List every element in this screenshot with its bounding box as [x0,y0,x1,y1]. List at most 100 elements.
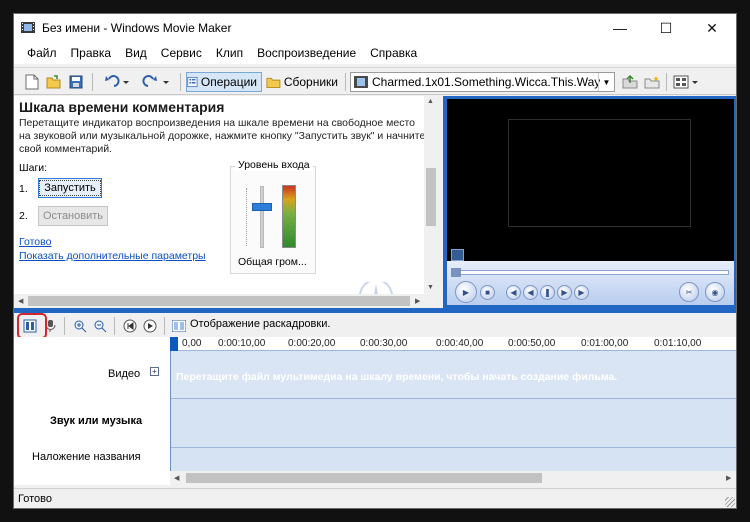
expand-plus-icon[interactable]: + [150,367,159,376]
scroll-left-arrow-icon[interactable]: ◀ [174,474,179,482]
input-level-slider-track[interactable] [260,186,264,248]
menu-tools[interactable]: Сервис [154,46,209,60]
menu-file[interactable]: Файл [20,46,64,60]
step-number: 2. [19,210,28,222]
fast-forward-button[interactable]: ▶ [557,285,572,300]
close-button[interactable]: ✕ [689,14,735,42]
show-storyboard-label[interactable]: Отображение раскадровки. [190,318,330,330]
folder-up-button[interactable] [620,72,640,92]
start-narration-button[interactable]: Запустить [38,178,102,198]
toolbar-separator [92,73,93,91]
collection-film-icon [354,76,368,88]
stop-narration-button[interactable]: Остановить [38,206,108,226]
take-picture-button[interactable]: ◉ [705,282,725,302]
new-folder-button[interactable] [642,72,662,92]
rewind-timeline-button[interactable] [120,317,140,335]
undo-button[interactable] [100,72,132,92]
title-overlay-track[interactable] [171,449,736,471]
play-icon: ▶ [462,287,470,297]
operations-button[interactable]: Операции [186,72,262,92]
resize-grip[interactable] [725,497,735,507]
scrollbar-thumb[interactable] [426,168,436,226]
save-icon [69,75,83,89]
task-pane: Шкала времени комментария Перетащите инд… [14,96,438,308]
play-timeline-button[interactable] [140,317,160,335]
scroll-down-arrow-icon[interactable]: ▼ [427,284,434,291]
timeline-ruler[interactable]: 0,00 0:00:10,00 0:00:20,00 0:00:30,00 0:… [170,337,736,351]
show-more-options-link[interactable]: Показать дополнительные параметры [19,250,206,262]
tick-label: 0:01:10,00 [654,338,702,349]
storyboard-view-icon[interactable] [172,320,186,332]
zoom-out-icon [94,320,107,333]
collections-folder-icon [266,77,281,89]
input-level-title: Уровень входа [235,159,313,171]
folder-up-icon [622,75,638,89]
input-level-caption: Общая гром... [238,256,307,268]
window-title: Без имени - Windows Movie Maker [42,21,232,35]
input-level-slider-thumb[interactable] [252,203,272,211]
save-project-button[interactable] [66,72,86,92]
steps-label: Шаги: [19,162,48,174]
minimize-button[interactable]: — [597,14,643,42]
scroll-up-arrow-icon[interactable]: ▲ [427,98,434,105]
new-project-button[interactable] [22,72,42,92]
scrollbar-thumb[interactable] [28,296,410,306]
main-toolbar: Операции Сборники Charmed.1x01.Something… [14,67,736,95]
seek-thumb[interactable] [451,268,461,277]
tick-label: 0:00:40,00 [436,338,484,349]
track-labels-panel: Видео Звук или музыка Наложение названия [14,337,170,485]
scrollbar-thumb[interactable] [186,473,542,483]
timeline-horizontal-scrollbar[interactable]: ◀ ▶ [170,471,736,485]
play-button[interactable]: ▶ [455,281,477,303]
input-level-meter [282,185,296,248]
toolbar-separator [114,317,115,335]
scroll-left-arrow-icon[interactable]: ◀ [18,297,23,305]
tasks-icon [187,76,198,88]
stop-icon: ■ [485,288,490,297]
menu-help[interactable]: Справка [363,46,424,60]
menu-bar: Файл Правка Вид Сервис Клип Воспроизведе… [14,42,736,64]
scroll-right-arrow-icon[interactable]: ▶ [415,297,420,305]
task-pane-vertical-scrollbar[interactable]: ▲ ▼ [424,96,438,294]
tick-label: 0:00:50,00 [508,338,556,349]
open-project-button[interactable] [44,72,64,92]
menu-edit[interactable]: Правка [64,46,119,60]
done-link[interactable]: Готово [19,236,51,248]
collections-label: Сборники [283,75,338,89]
tick-label: 0:00:20,00 [288,338,336,349]
menu-playback[interactable]: Воспроизведение [250,46,363,60]
pause-button[interactable]: ❚ [540,285,555,300]
scroll-right-arrow-icon[interactable]: ▶ [726,474,731,482]
tick-label: 0:00:10,00 [218,338,266,349]
task-pane-horizontal-scrollbar[interactable]: ◀ ▶ [14,294,438,308]
rewind-timeline-icon [123,319,137,333]
redo-button[interactable] [140,72,172,92]
chevron-down-icon[interactable]: ▼ [598,73,614,91]
split-screen-icon[interactable] [451,249,464,261]
track-label-audio: Звук или музыка [50,415,143,427]
zoom-in-button[interactable] [70,317,90,335]
rewind-button[interactable]: ◀ [523,285,538,300]
menu-clip[interactable]: Клип [209,46,250,60]
playback-indicator[interactable] [170,337,178,351]
step-number: 1. [19,183,28,195]
collection-select[interactable]: Charmed.1x01.Something.Wicca.This.Way.Co… [350,72,615,92]
task-pane-description: Перетащите индикатор воспроизведения на … [19,117,426,155]
title-bar: Без имени - Windows Movie Maker — ☐ ✕ [14,14,736,42]
split-clip-button[interactable]: ✂ [679,282,699,302]
film-app-icon [21,22,35,33]
timeline-toolbar: Отображение раскадровки. [14,313,736,338]
task-pane-title: Шкала времени комментария [19,99,225,115]
next-frame-button[interactable]: ▶ [574,285,589,300]
collections-button[interactable]: Сборники [266,72,342,92]
zoom-out-button[interactable] [90,317,110,335]
stop-button[interactable]: ■ [480,285,495,300]
track-label-video: Видео [108,368,141,380]
previous-frame-button[interactable]: ◀ [506,285,521,300]
maximize-button[interactable]: ☐ [643,14,689,42]
seek-bar[interactable] [451,270,729,275]
toolbar-separator [164,317,165,335]
audio-track[interactable] [171,400,736,448]
views-button[interactable] [672,72,702,92]
menu-view[interactable]: Вид [118,46,154,60]
